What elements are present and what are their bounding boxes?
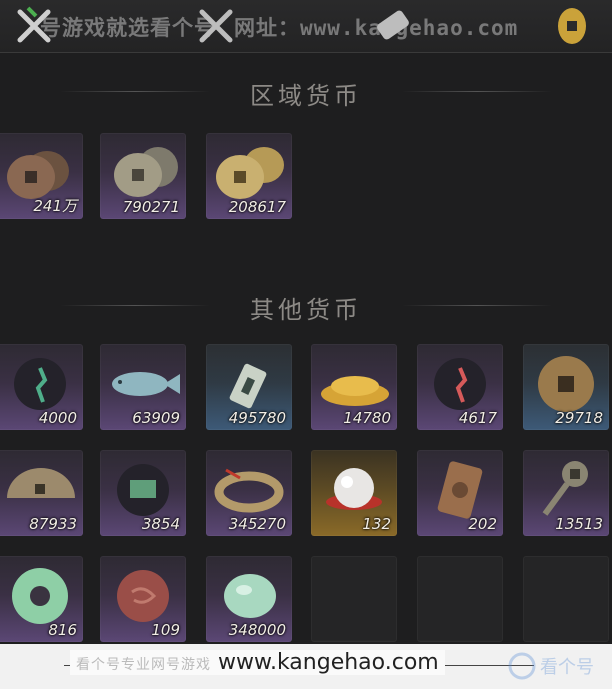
section-title-regional-text: 区域货币 [250,82,362,110]
item-count: 4000 [38,409,77,427]
watermark-bottom-text: 看个号专业网号游戏 www.kangehao.com [70,650,445,675]
currency-tile-other-7[interactable]: 87933 [0,450,83,536]
item-count: 495780 [228,409,286,427]
currency-tile-other-12[interactable]: 13513 [523,450,609,536]
currency-tile-other-4[interactable]: 14780 [311,344,397,430]
currency-tile-other-2[interactable]: 63909 [100,344,186,430]
currency-tile-other-1[interactable]: 4000 [0,344,83,430]
item-count: 29718 [555,409,603,427]
crossed-tools-icon [199,9,233,43]
gold-coin-badge-icon [558,8,586,44]
item-count: 241万 [33,197,77,215]
scroll-icon [377,10,409,40]
section-title-other: 其他货币 [0,290,612,325]
item-count: 14780 [343,409,391,427]
item-count: 816 [48,621,77,639]
title-divider-left [60,91,210,92]
title-divider-right [402,305,552,306]
watermark-bottom-url: www.kangehao.com [218,650,439,675]
empty-slot [311,556,397,642]
currency-tile-other-9[interactable]: 345270 [206,450,292,536]
item-count: 3854 [141,515,180,533]
watermark-top-text: 号游戏就选看个号 网址：www.kangehao.com [40,12,518,42]
currency-tile-other-14[interactable]: 109 [100,556,186,642]
item-count: 132 [362,515,391,533]
brand-logo-text: 看个号 [540,657,594,678]
brand-logo-icon: 看个号 [508,652,594,680]
item-count: 208617 [228,198,286,216]
currency-tile-other-6[interactable]: 29718 [523,344,609,430]
currency-tile-other-8[interactable]: 3854 [100,450,186,536]
currency-tile-regional-3[interactable]: 208617 [206,133,292,219]
empty-slot [417,556,503,642]
item-count: 345270 [228,515,286,533]
title-divider-right [402,91,552,92]
currency-tile-other-13[interactable]: 816 [0,556,83,642]
currency-tile-other-11[interactable]: 202 [417,450,503,536]
watermark-slogan: 号游戏就选看个号 [40,16,216,40]
item-count: 109 [151,621,180,639]
currency-tile-other-15[interactable]: 348000 [206,556,292,642]
currency-tile-other-10[interactable]: 132 [311,450,397,536]
section-title-other-text: 其他货币 [250,296,362,324]
item-count: 202 [468,515,497,533]
item-count: 4617 [458,409,497,427]
item-count: 87933 [29,515,77,533]
currency-tile-other-3[interactable]: 495780 [206,344,292,430]
title-divider-left [60,305,210,306]
watermark-bottom-slogan: 看个号专业网号游戏 [76,657,211,673]
empty-slot [523,556,609,642]
item-count: 790271 [122,198,180,216]
section-title-regional: 区域货币 [0,76,612,111]
currency-tile-regional-2[interactable]: 790271 [100,133,186,219]
currency-tile-other-5[interactable]: 4617 [417,344,503,430]
item-count: 348000 [228,621,286,639]
currency-tile-regional-1[interactable]: 241万 [0,133,83,219]
watermark-bottom-bar: 看个号专业网号游戏 www.kangehao.com 看个号 [0,644,612,689]
watermark-top-bar: 号游戏就选看个号 网址：www.kangehao.com [0,0,612,53]
item-count: 63909 [132,409,180,427]
item-count: 13513 [555,515,603,533]
